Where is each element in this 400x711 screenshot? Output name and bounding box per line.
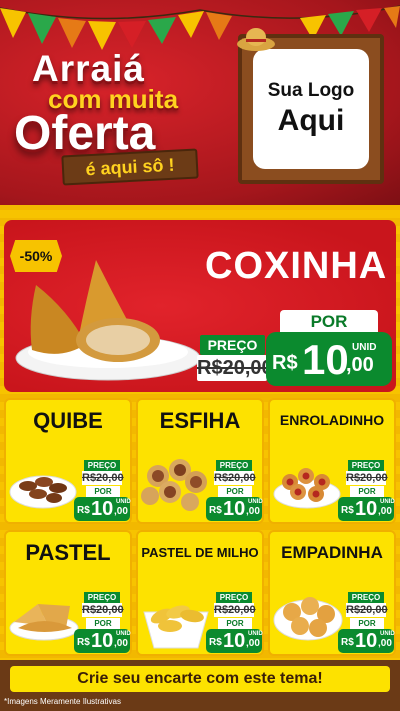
card-product-name: EMPADINHA xyxy=(281,543,383,562)
hero-por-label: POR xyxy=(280,310,378,334)
enroladinho-image xyxy=(273,468,341,509)
card-currency: R$ xyxy=(77,505,90,516)
disclaimer-text: *Imagens Meramente Ilustrativas xyxy=(4,697,121,706)
card-preco-label: PREÇO xyxy=(348,460,384,471)
card-unit: UNID xyxy=(380,499,395,505)
header-banner: Arraiá com muita Oferta é aqui sô ! Sua … xyxy=(0,0,400,205)
hero-price-tag: R$ 10 ,00 UNID xyxy=(266,332,392,386)
hero-preco-label: PREÇO xyxy=(200,335,265,355)
discount-badge: -50% xyxy=(10,240,62,272)
card-unit: UNID xyxy=(116,631,131,637)
card-currency: R$ xyxy=(341,505,354,516)
card-currency: R$ xyxy=(77,637,90,648)
card-price-int: 10 xyxy=(91,498,114,520)
esfiha-image xyxy=(141,459,207,511)
card-price-int: 10 xyxy=(223,630,246,652)
card-por-label: POR xyxy=(86,486,120,497)
product-card-enroladinho[interactable]: ENROLADINHO PREÇO R$20,00 POR R$ 10 ,00 … xyxy=(268,398,396,524)
hero-price-int: 10 xyxy=(302,336,349,383)
card-unit: UNID xyxy=(248,499,263,505)
card-old-price: R$20,00 xyxy=(82,603,124,617)
card-unit: UNID xyxy=(248,631,263,637)
card-por-label: POR xyxy=(350,618,384,629)
hero-price-cents: ,00 xyxy=(346,354,374,376)
card-price-cents: ,00 xyxy=(246,638,260,649)
card-por-label: POR xyxy=(218,618,252,629)
card-price-int: 10 xyxy=(91,630,114,652)
card-price-int: 10 xyxy=(355,498,378,520)
card-price-tag: R$ 10 ,00 UNID xyxy=(74,497,131,521)
hero-old-price: R$20,00 xyxy=(197,355,273,381)
logo-text-line2: Aqui xyxy=(277,104,345,137)
card-price-tag: R$ 10 ,00 UNID xyxy=(338,629,395,653)
card-product-name: ENROLADINHO xyxy=(279,412,385,428)
card-product-name: PASTEL DE MILHO xyxy=(141,545,259,560)
card-product-name: PASTEL xyxy=(25,540,111,565)
card-currency: R$ xyxy=(209,505,222,516)
card-old-price: R$20,00 xyxy=(214,603,256,617)
card-price-cents: ,00 xyxy=(246,506,260,517)
card-old-price: R$20,00 xyxy=(214,471,256,485)
pastel-de-milho-image xyxy=(143,605,209,649)
cta-banner[interactable]: Crie seu encarte com este tema! xyxy=(10,666,390,692)
empadinha-image xyxy=(273,597,343,641)
card-currency: R$ xyxy=(341,637,354,648)
title-block: Arraiá com muita Oferta é aqui sô ! xyxy=(14,48,224,188)
card-preco-label: PREÇO xyxy=(216,592,252,603)
card-preco-label: PREÇO xyxy=(216,460,252,471)
hero-unit: UNID xyxy=(352,342,377,353)
card-unit: UNID xyxy=(116,499,131,505)
card-old-price: R$20,00 xyxy=(346,471,388,485)
card-price-cents: ,00 xyxy=(378,638,392,649)
product-card-pastel[interactable]: PASTEL PREÇO R$20,00 POR R$ 10 ,00 UNID xyxy=(4,530,132,656)
card-product-name: ESFIHA xyxy=(159,408,241,433)
pastel-image xyxy=(9,604,79,641)
logo-text-line1: Sua Logo xyxy=(267,80,355,101)
card-preco-label: PREÇO xyxy=(84,592,120,603)
hero-product-name: COXINHA xyxy=(205,245,388,287)
hero-currency: R$ xyxy=(272,352,298,374)
straw-hat-icon xyxy=(237,28,275,51)
card-price-tag: R$ 10 ,00 UNID xyxy=(74,629,131,653)
card-price-tag: R$ 10 ,00 UNID xyxy=(338,497,395,521)
card-preco-label: PREÇO xyxy=(84,460,120,471)
quibe-image xyxy=(9,475,77,509)
card-preco-label: PREÇO xyxy=(348,592,384,603)
card-price-cents: ,00 xyxy=(114,506,128,517)
card-price-cents: ,00 xyxy=(378,506,392,517)
card-old-price: R$20,00 xyxy=(82,471,124,485)
card-currency: R$ xyxy=(209,637,222,648)
card-price-int: 10 xyxy=(355,630,378,652)
card-por-label: POR xyxy=(350,486,384,497)
logo-placeholder[interactable]: Sua Logo Aqui xyxy=(253,49,369,169)
card-por-label: POR xyxy=(218,486,252,497)
card-price-tag: R$ 10 ,00 UNID xyxy=(206,629,263,653)
card-price-cents: ,00 xyxy=(114,638,128,649)
product-card-quibe[interactable]: QUIBE PREÇO R$20,00 POR R$ 10 ,00 UNID xyxy=(4,398,132,524)
card-unit: UNID xyxy=(380,631,395,637)
product-card-pastel-de-milho[interactable]: PASTEL DE MILHO PREÇO R$20,00 POR R$ 10 … xyxy=(136,530,264,656)
product-card-esfiha[interactable]: ESFIHA PREÇO R$20,00 POR R$ 10 ,00 UNID xyxy=(136,398,264,524)
logo-frame: Sua Logo Aqui xyxy=(238,34,384,184)
card-old-price: R$20,00 xyxy=(346,603,388,617)
card-por-label: POR xyxy=(86,618,120,629)
card-price-tag: R$ 10 ,00 UNID xyxy=(206,497,263,521)
card-product-name: QUIBE xyxy=(33,408,103,433)
card-price-int: 10 xyxy=(223,498,246,520)
subtitle-sign: é aqui sô ! xyxy=(61,148,199,186)
product-card-empadinha[interactable]: EMPADINHA PREÇO R$20,00 POR R$ 10 ,00 UN… xyxy=(268,530,396,656)
